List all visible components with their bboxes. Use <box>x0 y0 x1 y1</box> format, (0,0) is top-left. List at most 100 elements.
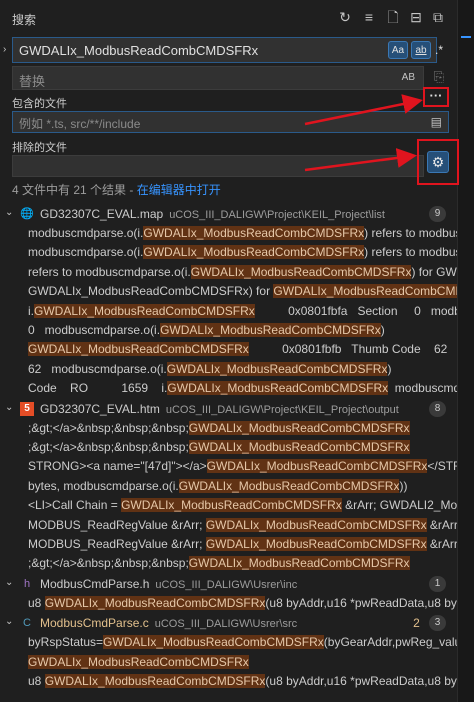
match-highlight: GWDALIx_ModbusReadCombCMDSFRx <box>143 245 365 260</box>
match-prefix: Code RO 1659 i. <box>28 381 168 396</box>
match-suffix: )) <box>399 478 408 493</box>
file-path: uCOS_III_DALIGW\Usrer\src <box>154 618 298 631</box>
match-highlight: GWDALIx_ModbusReadCombCMDSFRx <box>28 342 249 357</box>
match-case-toggle[interactable]: Aa <box>388 41 408 59</box>
file-result-row[interactable]: ⌄ C ModbusCmdParse.c uCOS_III_DALIGW\Usrer\… <box>0 613 457 633</box>
file-result-row[interactable]: ⌄ 5 GD32307C_EVAL.htm uCOS_III_DALIGW\Proje… <box>0 399 457 419</box>
toggle-search-details-button[interactable]: ··· <box>423 87 449 107</box>
file-path: uCOS_III_DALIGW\Usrer\inc <box>155 578 298 591</box>
file-path: uCOS_III_DALIGW\Project\KEIL_Project\lis… <box>169 209 385 221</box>
match-line[interactable]: ;&gt;</a>&nbsp;&nbsp;&nbsp;GWDALIx_Modbu… <box>28 438 457 457</box>
open-in-editor-link[interactable]: 在编辑器中打开 <box>137 183 221 197</box>
match-line[interactable]: 0 modbuscmdparse.o(i.GWDALIx_ModbusReadC… <box>28 321 457 340</box>
file-name: GD32307C_EVAL.map <box>40 207 164 221</box>
match-line[interactable]: GWDALIx_ModbusReadCombCMDSFRx <box>28 653 457 672</box>
refresh-icon[interactable]: ↻ <box>336 8 354 26</box>
match-prefix: modbuscmdparse.o(i. <box>28 245 144 260</box>
match-prefix: byRspStatus= <box>28 635 104 650</box>
replace-all-icon[interactable]: ⎘ <box>430 68 448 86</box>
match-highlight: GWDALIx_ModbusReadCombCMDSFRx <box>44 674 266 688</box>
match-count-badge: 3 <box>429 615 446 632</box>
match-line[interactable]: STRONG><a name="[47d]"></a>GWDALIx_Modbu… <box>28 457 457 476</box>
globe-icon: 🌐 <box>20 208 34 220</box>
match-suffix: ) refers to modbuscm <box>364 245 457 260</box>
match-highlight: GWDALIx_ModbusReadCombCMDSFRx <box>167 381 389 396</box>
match-suffix: ) <box>387 361 392 376</box>
modified-count: 2 <box>413 616 420 631</box>
chevron-down-icon[interactable]: ⌄ <box>5 577 15 588</box>
file-label: ModbusCmdParse.c uCOS_III_DALIGW\Usrer\sr… <box>40 616 297 630</box>
match-line[interactable]: ;&gt;</a>&nbsp;&nbsp;&nbsp;GWDALIx_Modbu… <box>28 419 457 438</box>
match-line[interactable]: 62 modbuscmdparse.o(i.GWDALIx_ModbusRead… <box>28 360 457 379</box>
collapse-all-icon[interactable]: ⊟ <box>407 8 425 26</box>
match-prefix: 62 modbuscmdparse.o(i. <box>28 361 167 376</box>
match-suffix: &rArr; GW <box>429 517 457 532</box>
new-search-editor-icon[interactable]: 🗋 <box>384 8 402 26</box>
toggle-replace-icon[interactable]: › <box>3 44 6 55</box>
match-line[interactable]: u8 GWDALIx_ModbusReadCombCMDSFRx(u8 byAd… <box>28 594 457 613</box>
match-prefix: refers to modbuscmdparse.o(i. <box>28 264 191 279</box>
view-as-tree-icon[interactable]: ⧉ <box>429 8 447 26</box>
match-highlight: GWDALIx_ModbusReadCombCMDSFRx <box>34 303 255 318</box>
replace-input[interactable]: 替换 AB <box>12 66 424 90</box>
match-line[interactable]: refers to modbuscmdparse.o(i.GWDALIx_Mod… <box>28 263 457 282</box>
include-placeholder: 例如 *.ts, src/**/include <box>19 117 141 131</box>
chevron-down-icon[interactable]: ⌄ <box>5 402 15 413</box>
match-line[interactable]: modbuscmdparse.o(i.GWDALIx_ModbusReadCom… <box>28 224 457 243</box>
match-suffix: (u8 byAddr,u16 *pwReadData,u8 byCom <box>265 595 457 610</box>
c-source-icon: C <box>23 617 31 630</box>
exclude-files-input[interactable] <box>12 155 424 177</box>
match-line[interactable]: MODBUS_ReadRegValue &rArr; GWDALIx_Modbu… <box>28 535 457 554</box>
match-suffix: </STRO <box>427 459 457 474</box>
match-count-badge: 9 <box>429 206 446 222</box>
match-suffix: modbuscmdparse.o <box>394 381 457 396</box>
match-suffix: 0x0801fbfb Thumb Code 62 mo <box>248 342 457 357</box>
match-prefix: MODBUS_ReadRegValue &rArr; <box>28 537 206 551</box>
match-highlight: GWDALIx_ModbusReadCombCMDSFRx <box>205 537 427 551</box>
match-highlight: GWDALIx_ModbusReadCombCMDSFRx <box>121 498 342 513</box>
search-input[interactable]: GWDALIx_ModbusReadCombCMDSFRx Aa ab .* <box>12 37 443 63</box>
match-line[interactable]: i.GWDALIx_ModbusReadCombCMDSFRx 0x0801fb… <box>28 302 457 321</box>
whole-word-toggle[interactable]: ab <box>411 41 431 59</box>
match-suffix: ) <box>380 323 385 337</box>
match-prefix: 0 modbuscmdparse.o(i. <box>28 323 161 337</box>
c-header-icon: h <box>23 577 31 590</box>
exclude-label: 排除的文件 <box>12 142 67 154</box>
open-editors-only-icon[interactable]: ▤ <box>431 115 442 129</box>
match-prefix: u8 <box>28 595 45 610</box>
results-summary: 4 文件中有 21 个结果 - 在编辑器中打开 <box>12 181 221 198</box>
file-result-row[interactable]: ⌄ h ModbusCmdParse.h uCOS_III_DALIGW\Usrer\… <box>0 574 457 594</box>
file-label: GD32307C_EVAL.map uCOS_III_DALIGW\Project… <box>40 207 385 221</box>
match-line[interactable]: <LI>Call Chain = GWDALIx_ModbusReadCombC… <box>28 496 457 515</box>
chevron-down-icon[interactable]: ⌄ <box>5 207 15 218</box>
match-line[interactable]: MODBUS_ReadRegValue &rArr; GWDALIx_Modbu… <box>28 516 457 535</box>
html5-icon: 5 <box>20 401 34 416</box>
clear-results-icon[interactable]: ≡ <box>360 8 378 26</box>
match-prefix: ;&gt;</a>&nbsp;&nbsp;&nbsp; <box>28 420 189 435</box>
match-prefix: ;&gt;</a>&nbsp;&nbsp;&nbsp; <box>28 440 189 454</box>
match-line[interactable]: byRspStatus=GWDALIx_ModbusReadCombCMDSFR… <box>28 633 457 652</box>
match-line[interactable]: bytes, modbuscmdparse.o(i.GWDALIx_Modbus… <box>28 477 457 496</box>
match-line[interactable]: GWDALIx_ModbusReadCombCMDSFRx 0x0801fbfb… <box>28 340 457 359</box>
file-label: GD32307C_EVAL.htm uCOS_III_DALIGW\Project… <box>40 402 399 416</box>
use-exclude-settings-icon[interactable]: ⚙ <box>427 151 449 173</box>
match-line[interactable]: GWDALIx_ModbusReadCombCMDSFRx) for GWDAL… <box>28 282 457 301</box>
match-count-badge: 8 <box>429 400 446 417</box>
match-highlight: GWDALIx_ModbusReadCombCMDSFRx <box>273 284 457 299</box>
regex-toggle[interactable]: .* <box>433 41 445 59</box>
file-label: ModbusCmdParse.h uCOS_III_DALIGW\Usrer\in… <box>40 577 297 591</box>
match-line[interactable]: Code RO 1659 i.GWDALIx_ModbusReadCombCMD… <box>28 379 457 398</box>
match-line[interactable]: ;&gt;</a>&nbsp;&nbsp;&nbsp;GWDALIx_Modbu… <box>28 554 457 573</box>
include-label: 包含的文件 <box>12 98 67 110</box>
search-value: GWDALIx_ModbusReadCombCMDSFRx <box>19 43 259 58</box>
preserve-case-toggle[interactable]: AB <box>402 72 415 83</box>
include-files-input[interactable]: 例如 *.ts, src/**/include ▤ <box>12 111 449 133</box>
chevron-down-icon[interactable]: ⌄ <box>5 616 15 627</box>
file-result-row[interactable]: ⌄ 🌐 GD32307C_EVAL.map uCOS_III_DALIGW\Proje… <box>0 204 457 224</box>
match-prefix: modbuscmdparse.o(i. <box>28 226 144 240</box>
match-suffix: 0x0801fbfa Section 0 modbus <box>254 303 457 318</box>
match-line[interactable]: u8 GWDALIx_ModbusReadCombCMDSFRx(u8 byAd… <box>28 672 457 691</box>
match-suffix: (u8 byAddr,u16 *pwReadData,u8 byCom <box>265 674 457 688</box>
file-name: ModbusCmdParse.c <box>40 616 149 631</box>
match-line[interactable]: modbuscmdparse.o(i.GWDALIx_ModbusReadCom… <box>28 243 457 262</box>
